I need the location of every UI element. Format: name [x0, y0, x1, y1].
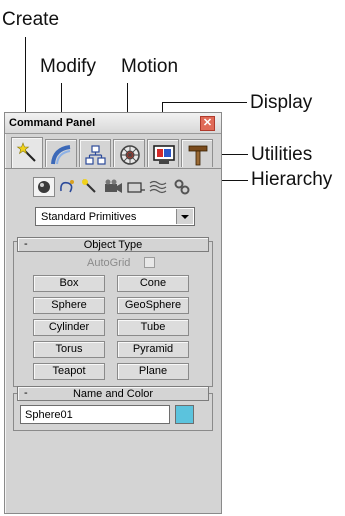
object-type-label: Object Type	[83, 239, 143, 251]
object-name-value: Sphere01	[25, 409, 73, 421]
leader-display-line-h	[162, 102, 247, 103]
space-warps-icon[interactable]	[148, 177, 170, 197]
systems-icon[interactable]	[171, 177, 193, 197]
tab-modify[interactable]	[45, 139, 77, 167]
tab-separator	[5, 168, 221, 169]
shapes-icon[interactable]	[56, 177, 78, 197]
cameras-icon[interactable]	[102, 177, 124, 197]
callout-modify: Modify	[40, 56, 96, 77]
motion-wheel-icon	[120, 145, 140, 165]
hammer-icon	[188, 145, 208, 166]
color-swatch[interactable]	[175, 405, 194, 424]
torus-button[interactable]: Torus	[33, 341, 105, 358]
chevron-down-icon[interactable]	[176, 209, 193, 224]
plane-button[interactable]: Plane	[117, 363, 189, 380]
autogrid-label: AutoGrid	[87, 257, 131, 269]
hierarchy-icon	[85, 145, 106, 165]
callout-hierarchy: Hierarchy	[251, 169, 333, 190]
object-type-header[interactable]: - Object Type	[17, 237, 209, 252]
helpers-icon[interactable]	[125, 177, 147, 197]
tab-display[interactable]	[147, 139, 179, 167]
tab-create[interactable]	[11, 137, 43, 168]
command-panel: Command Panel ✕ Standard Primitives - Ob…	[4, 112, 222, 514]
lights-icon[interactable]	[79, 177, 101, 197]
name-color-label: Name and Color	[72, 388, 154, 400]
dropdown-value: Standard Primitives	[41, 211, 137, 223]
geosphere-button[interactable]: GeoSphere	[117, 297, 189, 314]
primitives-dropdown[interactable]: Standard Primitives	[35, 207, 195, 226]
object-name-field[interactable]: Sphere01	[20, 405, 170, 424]
panel-titlebar[interactable]: Command Panel ✕	[5, 113, 221, 134]
close-button[interactable]: ✕	[200, 116, 215, 131]
pyramid-button[interactable]: Pyramid	[117, 341, 189, 358]
autogrid-checkbox[interactable]	[144, 257, 155, 268]
tube-button[interactable]: Tube	[117, 319, 189, 336]
wand-icon	[16, 142, 36, 162]
callout-utilities: Utilities	[251, 144, 313, 165]
modify-curve-icon	[51, 145, 71, 165]
monitor-icon	[153, 145, 175, 164]
geometry-icon[interactable]	[33, 177, 55, 197]
callout-create: Create	[2, 9, 60, 30]
callout-display: Display	[250, 92, 313, 113]
callout-motion: Motion	[121, 56, 179, 77]
tab-motion[interactable]	[113, 139, 145, 167]
teapot-button[interactable]: Teapot	[33, 363, 105, 380]
tab-hierarchy[interactable]	[79, 139, 111, 167]
cylinder-button[interactable]: Cylinder	[33, 319, 105, 336]
sphere-button[interactable]: Sphere	[33, 297, 105, 314]
box-button[interactable]: Box	[33, 275, 105, 292]
cone-button[interactable]: Cone	[117, 275, 189, 292]
tab-utilities[interactable]	[181, 139, 213, 167]
name-color-header[interactable]: - Name and Color	[17, 386, 209, 401]
panel-title: Command Panel	[9, 117, 96, 129]
